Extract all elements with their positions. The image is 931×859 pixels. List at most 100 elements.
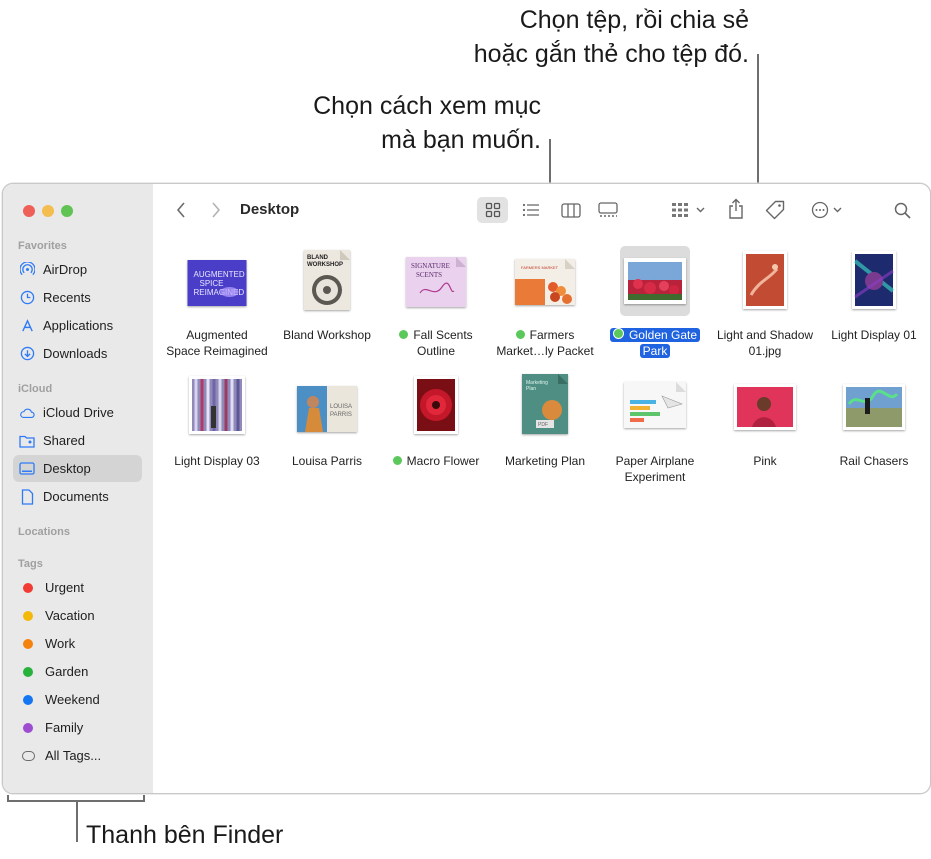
sidebar-item-icloud-drive[interactable]: iCloud Drive: [13, 399, 142, 426]
sidebar-tag-garden[interactable]: Garden: [13, 658, 142, 685]
sidebar-item-recents[interactable]: Recents: [13, 284, 142, 311]
selected-label: Park: [639, 344, 671, 358]
share-button[interactable]: [725, 196, 747, 222]
svg-text:LOUISA: LOUISA: [330, 404, 352, 410]
callout-share-line1: Chọn tệp, rồi chia sẻ: [519, 6, 749, 34]
chevron-down-icon: [833, 207, 841, 213]
sidebar-item-downloads[interactable]: Downloads: [13, 340, 142, 367]
search-icon: [894, 202, 911, 219]
gallery-view-button[interactable]: [592, 197, 623, 223]
sidebar-section-icloud: iCloud: [18, 383, 53, 395]
tag-color-dot: [23, 582, 33, 593]
file-thumbnail: FARMERS MARKET: [515, 259, 575, 305]
search-button[interactable]: [890, 198, 914, 222]
sidebar-item-label: Work: [45, 636, 76, 651]
tag-green-dot: [515, 330, 525, 339]
zoom-window-button[interactable]: [61, 205, 73, 217]
ellipsis-circle-icon: [811, 201, 828, 219]
list-icon: [522, 203, 539, 217]
group-icon: [672, 203, 688, 217]
list-view-button[interactable]: [515, 197, 546, 223]
sidebar-item-airdrop[interactable]: AirDrop: [13, 256, 142, 283]
sidebar-item-shared[interactable]: Shared: [13, 427, 142, 454]
sidebar-section-favorites: Favorites: [18, 240, 67, 252]
finder-window: Favorites AirDrop Recents Applications D…: [2, 183, 931, 794]
sidebar-item-label: All Tags...: [45, 748, 102, 763]
file-thumbnail: [414, 376, 458, 434]
shared-folder-icon: [19, 433, 35, 449]
column-view-button[interactable]: [555, 197, 586, 223]
file-name: Augmented Space Reimagined: [166, 328, 268, 358]
svg-text:SCENTS: SCENTS: [416, 271, 442, 279]
file-name: Bland Workshop: [283, 328, 371, 342]
tag-button[interactable]: [763, 198, 787, 222]
svg-text:PDF: PDF: [538, 422, 548, 428]
file-thumbnail: BLAND WORKSHOP: [304, 250, 350, 310]
sidebar-tag-urgent[interactable]: Urgent: [13, 574, 142, 601]
file-name: Light Display 03: [174, 454, 260, 468]
sidebar-tag-weekend[interactable]: Weekend: [13, 686, 142, 713]
sidebar-tag-vacation[interactable]: Vacation: [13, 602, 142, 629]
callout-line: [143, 795, 145, 802]
file-name: Light and Shadow 01.jpg: [716, 328, 814, 358]
file-thumbnail: [189, 376, 245, 434]
sidebar-item-desktop[interactable]: Desktop: [13, 455, 142, 482]
callout-sidebar: Thanh bên Finder: [86, 821, 284, 849]
sidebar-item-label: Vacation: [45, 608, 95, 623]
sidebar-all-tags[interactable]: All Tags...: [13, 742, 142, 769]
svg-text:Plan: Plan: [526, 386, 536, 392]
selected-label: Golden Gate: [609, 328, 701, 342]
sidebar-item-label: Shared: [43, 433, 85, 448]
sidebar-item-applications[interactable]: Applications: [13, 312, 142, 339]
file-name: Paper Airplane Experiment: [615, 454, 695, 484]
callout-view-line1: Chọn cách xem mục: [313, 92, 541, 120]
sidebar-item-label: Garden: [45, 664, 89, 679]
file-thumbnail: AUGMENTED SPICE REIMAGINED: [187, 260, 247, 306]
file-thumbnail: [624, 258, 686, 304]
callout-share-line2: hoặc gắn thẻ cho tệp đó.: [473, 40, 749, 68]
file-name: Fall Scents Outline: [381, 327, 491, 359]
sidebar-item-label: Desktop: [43, 461, 91, 476]
desktop-icon: [19, 461, 35, 477]
tag-green-dot: [392, 456, 402, 465]
finder-sidebar: Favorites AirDrop Recents Applications D…: [3, 184, 153, 793]
file-name: Light Display 01: [831, 328, 917, 342]
svg-text:AUGMENTED: AUGMENTED: [194, 270, 245, 279]
sidebar-item-label: Downloads: [43, 346, 108, 361]
sidebar-section-tags: Tags: [18, 558, 43, 570]
svg-text:SPICE: SPICE: [200, 279, 224, 288]
airdrop-icon: [19, 262, 35, 278]
gallery-icon: [597, 202, 618, 217]
tag-color-dot: [23, 610, 33, 621]
file-thumbnail: [843, 384, 905, 430]
sidebar-item-label: Family: [45, 720, 84, 735]
svg-text:BLAND: BLAND: [307, 255, 329, 261]
tag-color-dot: [23, 722, 33, 733]
sidebar-item-label: Weekend: [45, 692, 100, 707]
sidebar-tag-work[interactable]: Work: [13, 630, 142, 657]
forward-button[interactable]: [206, 199, 226, 221]
group-by-button[interactable]: [668, 199, 708, 221]
file-name: Marketing Plan: [504, 454, 586, 468]
back-button[interactable]: [171, 199, 191, 221]
callout-line: [76, 800, 78, 842]
minimize-window-button[interactable]: [42, 205, 54, 217]
tag-green-dot: [612, 328, 624, 339]
callout-view-line2: mà bạn muốn.: [381, 126, 541, 154]
grid-icon: [485, 202, 500, 218]
file-thumbnail: [852, 251, 896, 309]
window-title: Desktop: [240, 201, 300, 218]
file-name: Farmers Market…ly Packet: [496, 328, 594, 358]
tag-color-dot: [23, 638, 33, 649]
share-icon: [729, 198, 743, 219]
file-name: Macro Flower: [381, 453, 491, 469]
more-actions-button[interactable]: [806, 199, 846, 221]
file-name: Louisa Parris: [291, 454, 363, 468]
sidebar-item-documents[interactable]: Documents: [13, 483, 142, 510]
sidebar-tag-family[interactable]: Family: [13, 714, 142, 741]
sidebar-item-label: Urgent: [45, 580, 85, 595]
file-thumbnail: [743, 251, 787, 309]
close-window-button[interactable]: [23, 205, 35, 217]
icon-view-button[interactable]: [477, 197, 508, 223]
cloud-icon: [19, 405, 35, 421]
